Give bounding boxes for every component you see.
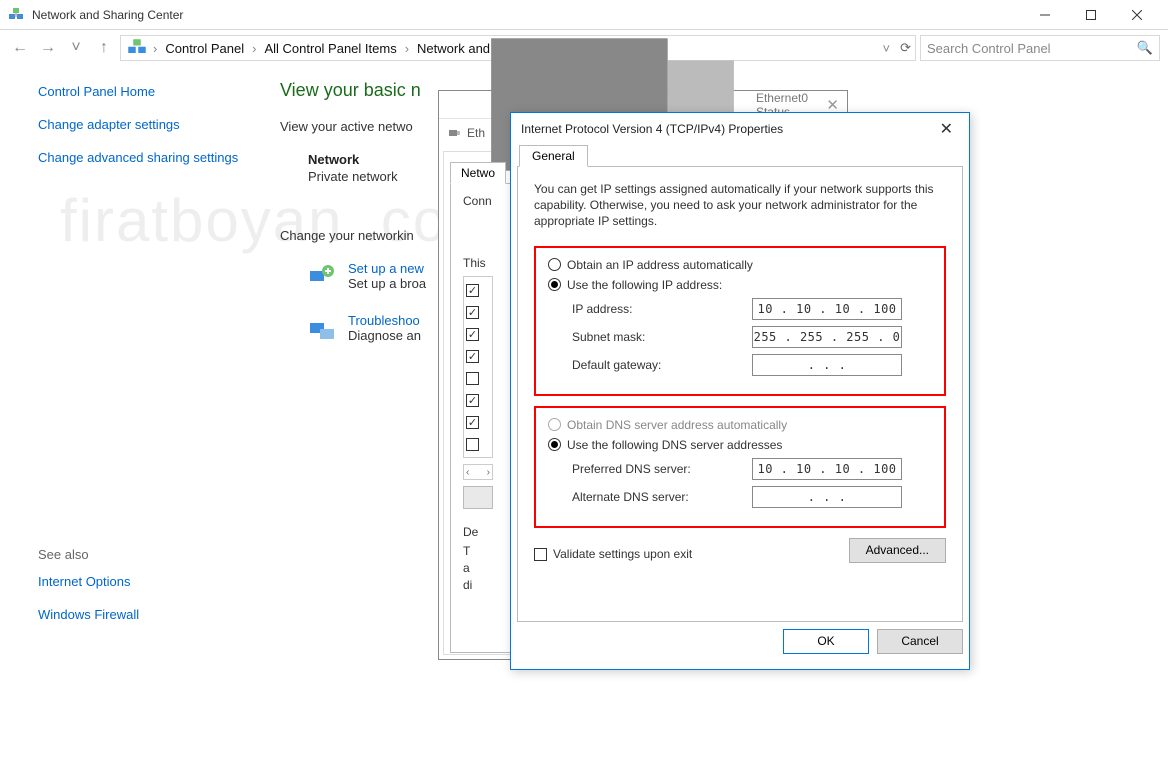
search-icon: 🔍 (1137, 40, 1153, 56)
recent-button[interactable]: ˅ (64, 36, 88, 60)
forward-button[interactable]: → (36, 36, 60, 60)
checkbox[interactable] (466, 438, 479, 451)
sidebar: Control Panel Home Change adapter settin… (0, 66, 260, 763)
breadcrumb-item[interactable]: All Control Panel Items (260, 41, 400, 56)
checkbox[interactable]: ✓ (466, 306, 479, 319)
maximize-button[interactable] (1068, 0, 1114, 30)
checkbox[interactable]: ✓ (466, 416, 479, 429)
subnet-mask-input[interactable]: 255 . 255 . 255 . 0 (752, 326, 902, 348)
setup-connection-desc: Set up a broa (348, 276, 426, 291)
install-button[interactable] (463, 486, 493, 509)
windows-firewall-link[interactable]: Windows Firewall (38, 607, 246, 624)
use-dns-manual-label: Use the following DNS server addresses (567, 438, 782, 452)
validate-label: Validate settings upon exit (553, 547, 692, 561)
checkbox[interactable] (466, 372, 479, 385)
obtain-dns-auto-label: Obtain DNS server address automatically (567, 418, 787, 432)
network-adapter-icon (447, 126, 461, 140)
network-center-icon (8, 7, 24, 23)
use-ip-manual-label: Use the following IP address: (567, 278, 722, 292)
close-icon[interactable]: ✕ (826, 96, 839, 114)
control-panel-home-link[interactable]: Control Panel Home (38, 84, 246, 101)
items-list[interactable]: ✓ ✓ ✓ ✓ ✓ ✓ (463, 276, 493, 458)
ipv4-dialog-title: Internet Protocol Version 4 (TCP/IPv4) P… (521, 122, 783, 136)
troubleshoot-link[interactable]: Troubleshoo (348, 313, 421, 328)
horizontal-scrollbar[interactable]: ‹› (463, 464, 493, 480)
cancel-button[interactable]: Cancel (877, 629, 963, 654)
troubleshoot-desc: Diagnose an (348, 328, 421, 343)
checkbox[interactable]: ✓ (466, 394, 479, 407)
ipv4-properties-dialog: Internet Protocol Version 4 (TCP/IPv4) P… (510, 112, 970, 670)
use-dns-manual-radio[interactable]: Use the following DNS server addresses (548, 438, 932, 452)
checkbox[interactable]: ✓ (466, 350, 479, 363)
troubleshoot-icon (308, 315, 336, 343)
obtain-dns-auto-radio: Obtain DNS server address automatically (548, 418, 932, 432)
setup-connection-icon (308, 263, 336, 291)
up-button[interactable]: ↑ (92, 36, 116, 60)
search-placeholder: Search Control Panel (927, 41, 1051, 56)
preferred-dns-input[interactable]: 10 . 10 . 10 . 100 (752, 458, 902, 480)
close-button[interactable]: ✕ (934, 119, 959, 139)
change-sharing-link[interactable]: Change advanced sharing settings (38, 150, 246, 167)
preferred-dns-label: Preferred DNS server: (572, 462, 752, 476)
ethernet-row-label: Eth (467, 126, 485, 140)
general-tab[interactable]: General (519, 145, 588, 167)
advanced-button[interactable]: Advanced... (849, 538, 946, 563)
breadcrumb-item[interactable]: Control Panel (161, 41, 248, 56)
internet-options-link[interactable]: Internet Options (38, 574, 246, 591)
network-center-icon (127, 38, 147, 58)
obtain-ip-auto-label: Obtain an IP address automatically (567, 258, 753, 272)
ok-button[interactable]: OK (783, 629, 869, 654)
obtain-ip-auto-radio[interactable]: Obtain an IP address automatically (548, 258, 932, 272)
see-also-label: See also (38, 547, 246, 562)
search-input[interactable]: Search Control Panel 🔍 (920, 35, 1160, 61)
ip-address-label: IP address: (572, 302, 752, 316)
checkbox[interactable]: ✓ (466, 284, 479, 297)
change-adapter-link[interactable]: Change adapter settings (38, 117, 246, 134)
intro-text: You can get IP settings assigned automat… (534, 181, 946, 230)
default-gateway-label: Default gateway: (572, 358, 752, 372)
back-button[interactable]: ← (8, 36, 32, 60)
checkbox[interactable]: ✓ (466, 328, 479, 341)
refresh-button[interactable]: ⟳ (900, 40, 911, 56)
use-ip-manual-radio[interactable]: Use the following IP address: (548, 278, 932, 292)
networking-tab[interactable]: Netwo (450, 162, 506, 184)
dns-section: Obtain DNS server address automatically … (534, 406, 946, 528)
close-button[interactable] (1114, 0, 1160, 30)
alternate-dns-label: Alternate DNS server: (572, 490, 752, 504)
ip-address-section: Obtain an IP address automatically Use t… (534, 246, 946, 396)
validate-checkbox[interactable]: Validate settings upon exit (534, 547, 692, 561)
subnet-mask-label: Subnet mask: (572, 330, 752, 344)
minimize-button[interactable] (1022, 0, 1068, 30)
setup-connection-link[interactable]: Set up a new (348, 261, 426, 276)
default-gateway-input[interactable]: . . . (752, 354, 902, 376)
alternate-dns-input[interactable]: . . . (752, 486, 902, 508)
ip-address-input[interactable]: 10 . 10 . 10 . 100 (752, 298, 902, 320)
